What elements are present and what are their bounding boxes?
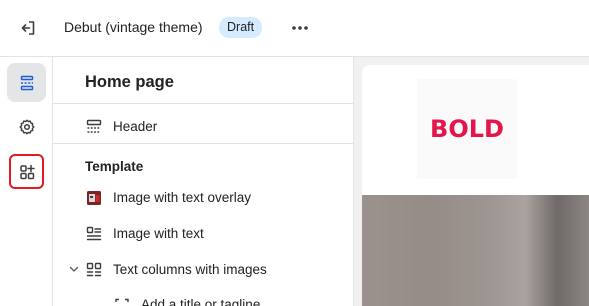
sections-icon (20, 75, 33, 90)
section-item-header[interactable]: Header (53, 112, 353, 142)
section-item-image-with-text-overlay[interactable]: Image with text overlay (53, 183, 353, 213)
app-embeds-button[interactable] (7, 152, 46, 191)
section-item-label: Image with text (113, 226, 204, 241)
theme-name: Debut (vintage theme) (64, 19, 203, 35)
theme-preview: BOLD (354, 57, 589, 306)
divider (53, 103, 353, 104)
text-block-icon (115, 298, 129, 302)
section-item-text-columns-with-images[interactable]: Text columns with images (53, 255, 353, 285)
app-blocks-icon (19, 164, 35, 179)
block-item-add-title[interactable]: Add a title or tagline (81, 290, 353, 306)
template-heading: Template (85, 159, 144, 174)
more-horizontal-icon (292, 26, 308, 30)
editor-rail (0, 57, 53, 306)
block-item-label: Add a title or tagline (141, 297, 261, 306)
sections-button[interactable] (7, 63, 46, 102)
section-item-image-with-text[interactable]: Image with text (53, 219, 353, 249)
image-overlay-icon (87, 191, 101, 205)
section-item-label: Header (113, 119, 158, 134)
exit-button[interactable] (14, 15, 42, 41)
header-layout-icon (86, 119, 102, 133)
section-item-label: Image with text overlay (113, 190, 252, 205)
more-actions-button[interactable] (287, 16, 313, 40)
image-text-icon (86, 226, 102, 241)
theme-settings-button[interactable] (7, 107, 46, 146)
exit-icon (21, 21, 35, 35)
editor-topbar: Debut (vintage theme) Draft (0, 0, 589, 57)
preview-page[interactable]: BOLD (362, 65, 589, 306)
hero-image (362, 195, 589, 306)
sections-panel: Home page Header Template Image with tex… (53, 57, 354, 306)
page-title: Home page (85, 73, 174, 91)
columns-icon (86, 262, 102, 277)
status-badge: Draft (219, 17, 263, 38)
section-item-label: Text columns with images (113, 262, 267, 277)
gear-icon (19, 119, 34, 134)
divider (53, 143, 353, 144)
store-logo[interactable]: BOLD (417, 79, 517, 179)
chevron-down-icon[interactable] (68, 263, 80, 275)
logo-text: BOLD (430, 115, 504, 143)
